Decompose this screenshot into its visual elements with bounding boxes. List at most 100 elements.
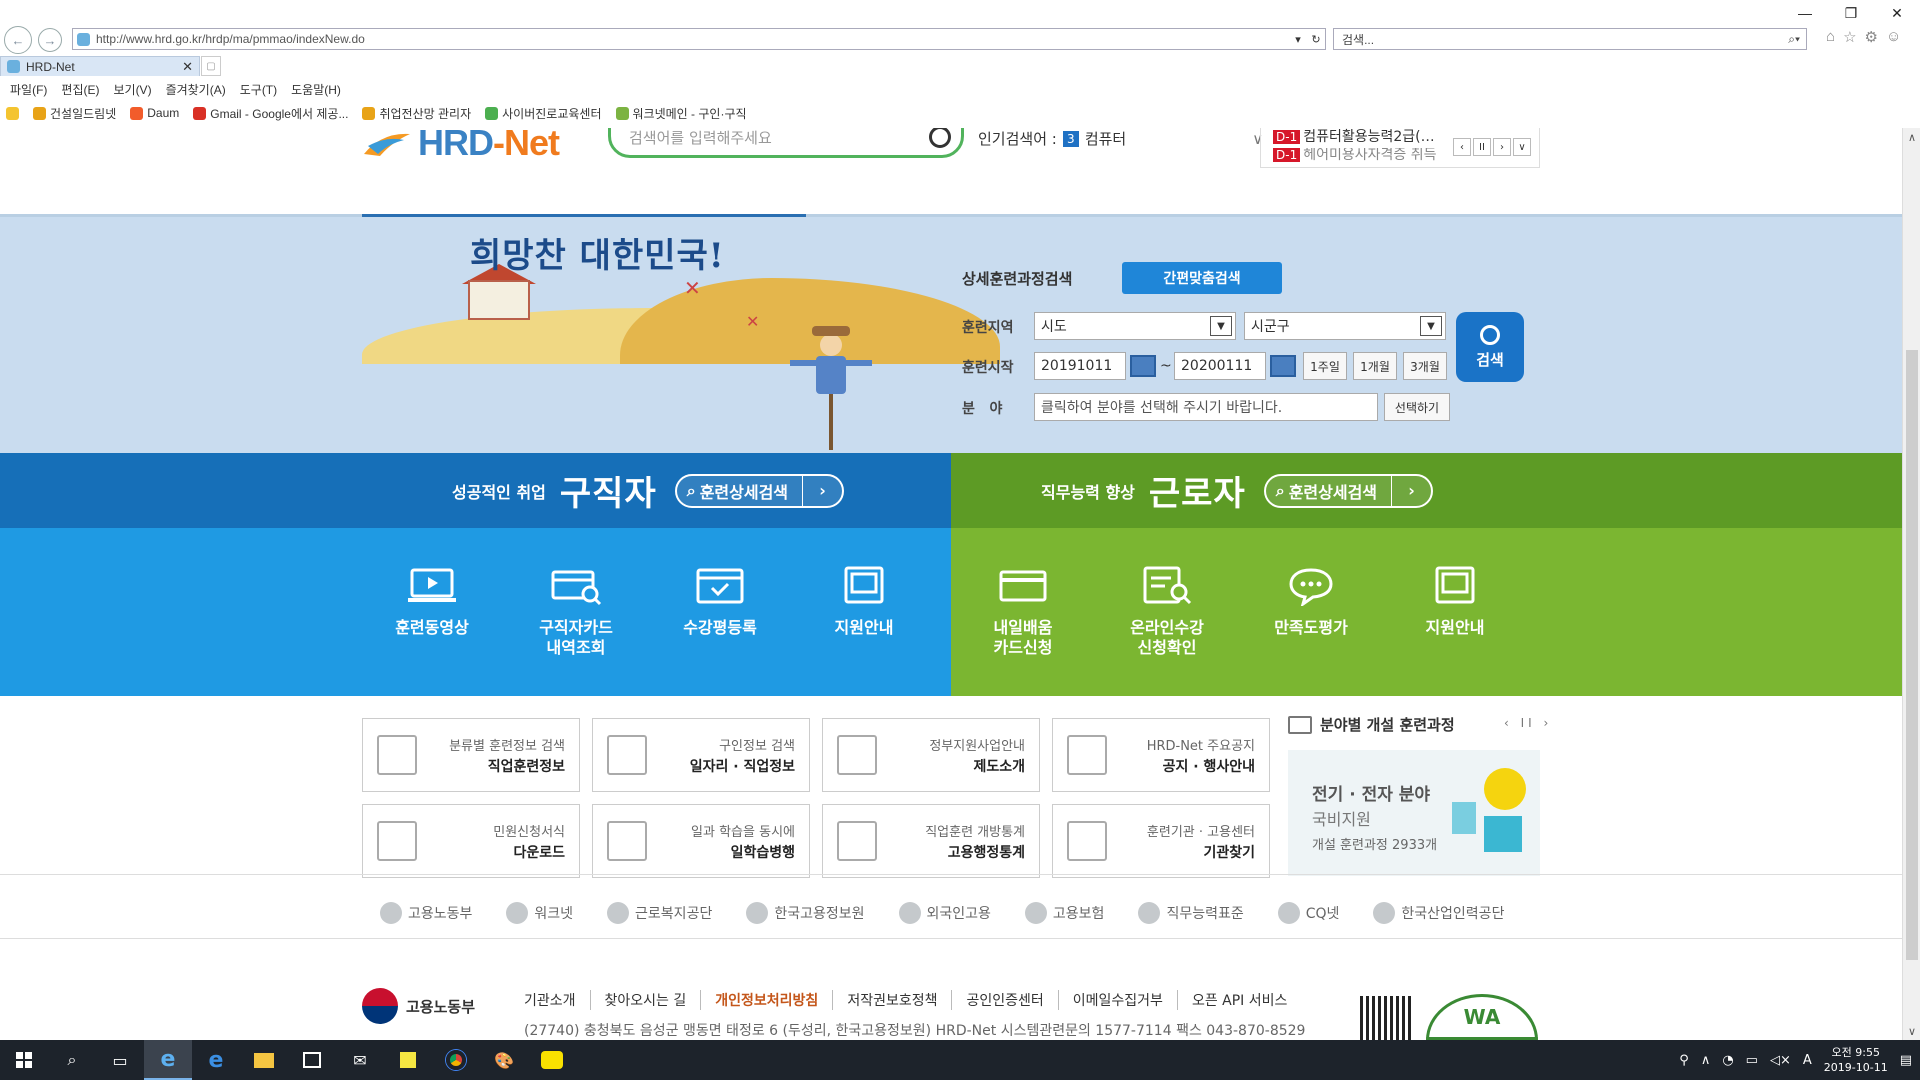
network-icon[interactable]: ◔ — [1722, 1053, 1733, 1068]
browser-tab[interactable]: HRD-Net ✕ — [0, 56, 200, 76]
prev-icon[interactable]: ‹ — [1453, 138, 1471, 156]
period-1week-button[interactable]: 1주일 — [1303, 352, 1347, 380]
home-icon[interactable]: ⌂ — [1826, 28, 1835, 46]
partner-ei[interactable]: 고용보험 — [1024, 902, 1104, 924]
partner-worknet[interactable]: 워크넷 — [506, 902, 573, 924]
fav-item-4[interactable]: 사이버진로교육센터 — [485, 105, 602, 122]
worker-item-satisfaction[interactable]: 만족도평가 — [1239, 566, 1383, 638]
people-icon[interactable]: ⚲ — [1679, 1053, 1689, 1068]
close-icon[interactable]: ✕ — [1874, 0, 1920, 26]
quick-link-training-info[interactable]: 분류별 훈련정보 검색 직업훈련정보 — [362, 718, 580, 792]
quick-link-statistics[interactable]: 직업훈련 개방통계 고용행정통계 — [822, 804, 1040, 878]
favorites-star-icon[interactable]: ☆ — [1843, 28, 1856, 46]
jobseeker-item-card[interactable]: 구직자카드 내역조회 — [504, 566, 648, 658]
scroll-thumb[interactable] — [1906, 350, 1918, 960]
worker-item-support[interactable]: 지원안내 — [1383, 566, 1527, 638]
search-icon[interactable] — [929, 128, 951, 148]
fav-item-0[interactable]: 건설일드림넷 — [33, 105, 116, 122]
sticky-notes-icon[interactable] — [384, 1040, 432, 1080]
refresh-icon[interactable]: ↻ — [1307, 33, 1325, 46]
forward-button[interactable]: → — [38, 28, 62, 52]
menu-view[interactable]: 보기(V) — [113, 81, 151, 98]
gear-icon[interactable]: ⚙ — [1865, 28, 1878, 46]
partner-comwel[interactable]: 근로복지공단 — [607, 902, 712, 924]
quick-link-forms[interactable]: 민원신청서식 다운로드 — [362, 804, 580, 878]
detail-search-button[interactable]: 검색 — [1456, 312, 1524, 382]
notification-icon[interactable]: ▤ — [1900, 1053, 1912, 1068]
footer-link-certificate[interactable]: 공인인증센터 — [952, 990, 1059, 1010]
ime-indicator[interactable]: A — [1803, 1053, 1812, 1068]
footer-link-about[interactable]: 기관소개 — [524, 990, 591, 1010]
jobseeker-detail-search-button[interactable]: ⌕ 훈련상세검색 › — [674, 473, 845, 508]
smiley-icon[interactable]: ☺ — [1886, 28, 1901, 46]
ministry-logo[interactable]: 고용노동부 — [362, 988, 475, 1024]
jobseeker-item-video[interactable]: 훈련동영상 — [360, 566, 504, 638]
fav-item-1[interactable]: Daum — [130, 106, 179, 120]
start-date-from-input[interactable]: 20191011 — [1034, 352, 1126, 380]
search-icon[interactable]: ⌕▾ — [1788, 32, 1800, 47]
menu-tools[interactable]: 도구(T) — [240, 81, 277, 98]
hrd-net-logo[interactable]: HRD-Net — [362, 128, 560, 161]
dday-text[interactable]: 컴퓨터활용능력2급(… — [1303, 129, 1434, 145]
footer-link-directions[interactable]: 찾아오시는 길 — [591, 990, 702, 1010]
mail-icon[interactable]: ✉ — [336, 1040, 384, 1080]
fav-item-3[interactable]: 취업전산망 관리자 — [362, 105, 471, 122]
quick-link-policy[interactable]: 정부지원사업안내 제도소개 — [822, 718, 1040, 792]
paint-icon[interactable]: 🎨 — [480, 1040, 528, 1080]
scroll-up-icon[interactable]: ∧ — [1903, 128, 1920, 146]
url-text[interactable]: http://www.hrd.go.kr/hrdp/ma/pmmao/index… — [90, 32, 1289, 46]
next-icon[interactable]: › — [1493, 138, 1511, 156]
calendar-icon[interactable] — [1270, 355, 1296, 377]
period-3month-button[interactable]: 3개월 — [1403, 352, 1447, 380]
kakaotalk-icon[interactable] — [528, 1040, 576, 1080]
footer-link-copyright[interactable]: 저작권보호정책 — [833, 990, 953, 1010]
expand-icon[interactable]: ∨ — [1513, 138, 1531, 156]
tab-close-icon[interactable]: ✕ — [182, 59, 193, 75]
battery-icon[interactable]: ▭ — [1746, 1053, 1758, 1068]
calendar-icon[interactable] — [1130, 355, 1156, 377]
address-bar[interactable]: http://www.hrd.go.kr/hrdp/ma/pmmao/index… — [72, 28, 1326, 50]
partner-eps[interactable]: 외국인고용 — [898, 902, 991, 924]
task-view-icon[interactable]: ▭ — [96, 1040, 144, 1080]
partner-ncs[interactable]: 직무능력표준 — [1138, 902, 1244, 924]
chevron-up-icon[interactable]: ∧ — [1701, 1053, 1711, 1068]
new-tab-button[interactable]: ▢ — [201, 56, 221, 76]
site-search[interactable]: 검색어를 입력해주세요 — [608, 128, 964, 158]
browser-search[interactable]: 검색... ⌕▾ — [1333, 28, 1807, 50]
clock[interactable]: 오전 9:55 2019-10-11 — [1824, 1045, 1888, 1075]
browser-search-input[interactable]: 검색... — [1342, 31, 1788, 48]
favorites-icon[interactable] — [6, 106, 19, 120]
site-search-input[interactable]: 검색어를 입력해주세요 — [629, 128, 772, 148]
pause-icon[interactable]: II — [1473, 138, 1491, 156]
quick-link-institutions[interactable]: 훈련기관 · 고용센터 기관찾기 — [1052, 804, 1270, 878]
menu-help[interactable]: 도움말(H) — [291, 81, 341, 98]
start-date-to-input[interactable]: 20200111 — [1174, 352, 1266, 380]
chevron-down-icon[interactable]: ▼ — [1420, 316, 1442, 336]
qr-code-icon[interactable] — [1360, 996, 1412, 1040]
file-explorer-icon[interactable] — [240, 1040, 288, 1080]
field-course-controls[interactable]: ‹ II › — [1504, 716, 1552, 730]
sigungu-select[interactable]: 시군구 ▼ — [1244, 312, 1446, 340]
partner-moel[interactable]: 고용노동부 — [380, 902, 472, 924]
field-select-button[interactable]: 선택하기 — [1384, 393, 1450, 421]
worker-item-online[interactable]: 온라인수강 신청확인 — [1095, 566, 1239, 658]
worker-item-card-apply[interactable]: 내일배움 카드신청 — [951, 566, 1095, 658]
dday-text-2[interactable]: 헤어미용사자격증 취득 — [1303, 148, 1436, 163]
partner-hrdkorea[interactable]: 한국산업인력공단 — [1373, 902, 1504, 924]
menu-edit[interactable]: 편집(E) — [61, 81, 99, 98]
quick-link-notice[interactable]: HRD-Net 주요공지 공지 · 행사안내 — [1052, 718, 1270, 792]
popular-term[interactable]: 컴퓨터 — [1085, 128, 1126, 149]
minimize-icon[interactable]: — — [1782, 0, 1828, 26]
footer-link-email-refusal[interactable]: 이메일수집거부 — [1059, 990, 1178, 1010]
partner-keis[interactable]: 한국고용정보원 — [746, 902, 865, 924]
field-select-input[interactable]: 클릭하여 분야를 선택해 주시기 바랍니다. — [1034, 393, 1378, 421]
fav-item-5[interactable]: 워크넷메인 - 구인·구직 — [615, 105, 747, 122]
back-button[interactable]: ← — [4, 26, 32, 54]
restore-icon[interactable]: ❐ — [1828, 0, 1874, 26]
windows-start-icon[interactable] — [0, 1040, 48, 1080]
field-course-card[interactable]: 전기 · 전자 분야 국비지원 개설 훈련과정 2933개 — [1288, 750, 1540, 876]
footer-link-privacy[interactable]: 개인정보처리방침 — [701, 990, 834, 1010]
footer-link-open-api[interactable]: 오픈 API 서비스 — [1178, 990, 1301, 1010]
edge-icon[interactable]: e — [192, 1040, 240, 1080]
partner-cq[interactable]: CQ넷 — [1277, 902, 1339, 924]
